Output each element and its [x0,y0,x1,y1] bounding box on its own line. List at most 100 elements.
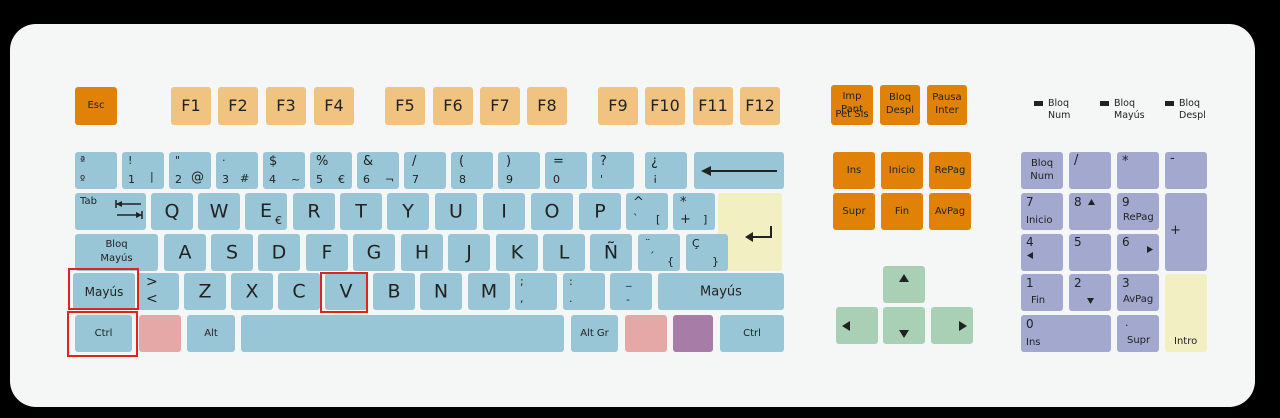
key-ordinal[interactable]: ª º [75,152,117,189]
key-numpad-enter[interactable]: Intro [1165,274,1207,352]
key-menu[interactable] [673,315,713,352]
key-numpad-5[interactable]: 5 [1069,234,1111,271]
key-arrow-down[interactable] [883,307,925,344]
key-numpad-9[interactable]: 9 RePag [1117,193,1159,230]
key-print-screen[interactable]: Imp Pant Pet Sis [831,85,873,125]
key-3[interactable]: · 3 # [216,152,258,189]
key-l[interactable]: L [543,234,585,271]
key-k[interactable]: K [496,234,538,271]
key-shift-right[interactable]: Mayús [658,273,784,310]
key-e[interactable]: E € [245,193,287,230]
key-6[interactable]: & 6 ¬ [357,152,399,189]
key-g[interactable]: G [353,234,395,271]
key-f6[interactable]: F6 [433,87,473,125]
key-tab[interactable]: Tab [75,193,146,230]
key-n[interactable]: N [420,273,462,310]
key-f4[interactable]: F4 [314,87,354,125]
key-backspace[interactable] [694,152,784,189]
key-9[interactable]: ) 9 [498,152,540,189]
key-1[interactable]: ! 1 | [122,152,164,189]
key-alt-gr[interactable]: Alt Gr [571,315,618,352]
key-windows-right[interactable] [625,315,667,352]
key-comma[interactable]: ; , [515,273,557,310]
key-num-lock[interactable]: Bloq Num [1021,152,1063,189]
key-a[interactable]: A [164,234,206,271]
key-numpad-1[interactable]: 1 Fin [1021,274,1063,311]
key-inverted-question[interactable]: ¿ ¡ [645,152,687,189]
key-numpad-add[interactable]: + [1165,193,1207,271]
key-c[interactable]: C [278,273,320,310]
key-p[interactable]: P [579,193,621,230]
key-alt[interactable]: Alt [187,315,235,352]
key-q[interactable]: Q [151,193,193,230]
key-numpad-8[interactable]: 8 [1069,193,1111,230]
key-period[interactable]: : . [563,273,605,310]
key-j[interactable]: J [448,234,490,271]
key-page-down[interactable]: AvPag [929,193,971,230]
key-ctrl-right[interactable]: Ctrl [720,315,784,352]
key-less-than[interactable]: > < [137,273,179,310]
key-space[interactable] [241,315,564,352]
key-z[interactable]: Z [184,273,226,310]
key-enye[interactable]: Ñ [590,234,632,271]
key-numpad-3[interactable]: 3 AvPag [1117,274,1159,311]
key-8[interactable]: ( 8 [451,152,493,189]
key-r[interactable]: R [293,193,335,230]
key-7[interactable]: / 7 [404,152,446,189]
key-arrow-up[interactable] [883,266,925,303]
key-numpad-0[interactable]: 0 Ins [1021,315,1111,352]
key-y[interactable]: Y [387,193,429,230]
key-caps-lock[interactable]: Bloq Mayús [75,234,158,271]
key-scroll-lock[interactable]: Bloq Despl [880,85,920,125]
key-f5[interactable]: F5 [385,87,425,125]
key-b[interactable]: B [373,273,415,310]
key-acute[interactable]: ¨ ´ { [638,234,680,271]
key-numpad-4[interactable]: 4 [1021,234,1063,271]
key-f1[interactable]: F1 [171,87,211,125]
key-arrow-left[interactable] [836,307,878,344]
key-o[interactable]: O [531,193,573,230]
key-delete[interactable]: Supr [833,193,875,230]
key-home[interactable]: Inicio [881,152,923,189]
key-2[interactable]: " 2 @ [169,152,211,189]
key-d[interactable]: D [258,234,300,271]
key-numpad-subtract[interactable]: - [1165,152,1207,189]
key-f[interactable]: F [306,234,348,271]
key-numpad-decimal[interactable]: . Supr [1117,315,1159,352]
key-numpad-multiply[interactable]: * [1117,152,1159,189]
key-numpad-2[interactable]: 2 [1069,274,1111,311]
key-f11[interactable]: F11 [693,87,733,125]
key-numpad-7[interactable]: 7 Inicio [1021,193,1063,230]
key-h[interactable]: H [401,234,443,271]
key-f8[interactable]: F8 [527,87,567,125]
key-u[interactable]: U [435,193,477,230]
key-page-up[interactable]: RePag [929,152,971,189]
key-insert[interactable]: Ins [833,152,875,189]
key-x[interactable]: X [231,273,273,310]
key-0[interactable]: = 0 [545,152,587,189]
key-plus[interactable]: * + ] [673,193,715,230]
key-end[interactable]: Fin [881,193,923,230]
key-c-cedilla[interactable]: Ç } [686,234,728,271]
key-numpad-6[interactable]: 6 [1117,234,1159,271]
key-windows-left[interactable] [139,315,181,352]
key-esc[interactable]: Esc [75,87,117,125]
key-f9[interactable]: F9 [598,87,638,125]
key-apostrophe[interactable]: ? ' [592,152,634,189]
key-f3[interactable]: F3 [266,87,306,125]
key-grave[interactable]: ^ ` [ [626,193,668,230]
key-minus[interactable]: _ - [610,273,652,310]
key-m[interactable]: M [468,273,510,310]
key-pause[interactable]: Pausa Inter [927,85,967,125]
key-t[interactable]: T [340,193,382,230]
key-numpad-divide[interactable]: / [1069,152,1111,189]
key-f10[interactable]: F10 [645,87,685,125]
key-s[interactable]: S [211,234,253,271]
key-f2[interactable]: F2 [218,87,258,125]
key-f12[interactable]: F12 [740,87,780,125]
key-4[interactable]: $ 4 ~ [263,152,305,189]
key-w[interactable]: W [198,193,240,230]
key-arrow-right[interactable] [931,307,973,344]
key-f7[interactable]: F7 [480,87,520,125]
key-5[interactable]: % 5 € [310,152,352,189]
